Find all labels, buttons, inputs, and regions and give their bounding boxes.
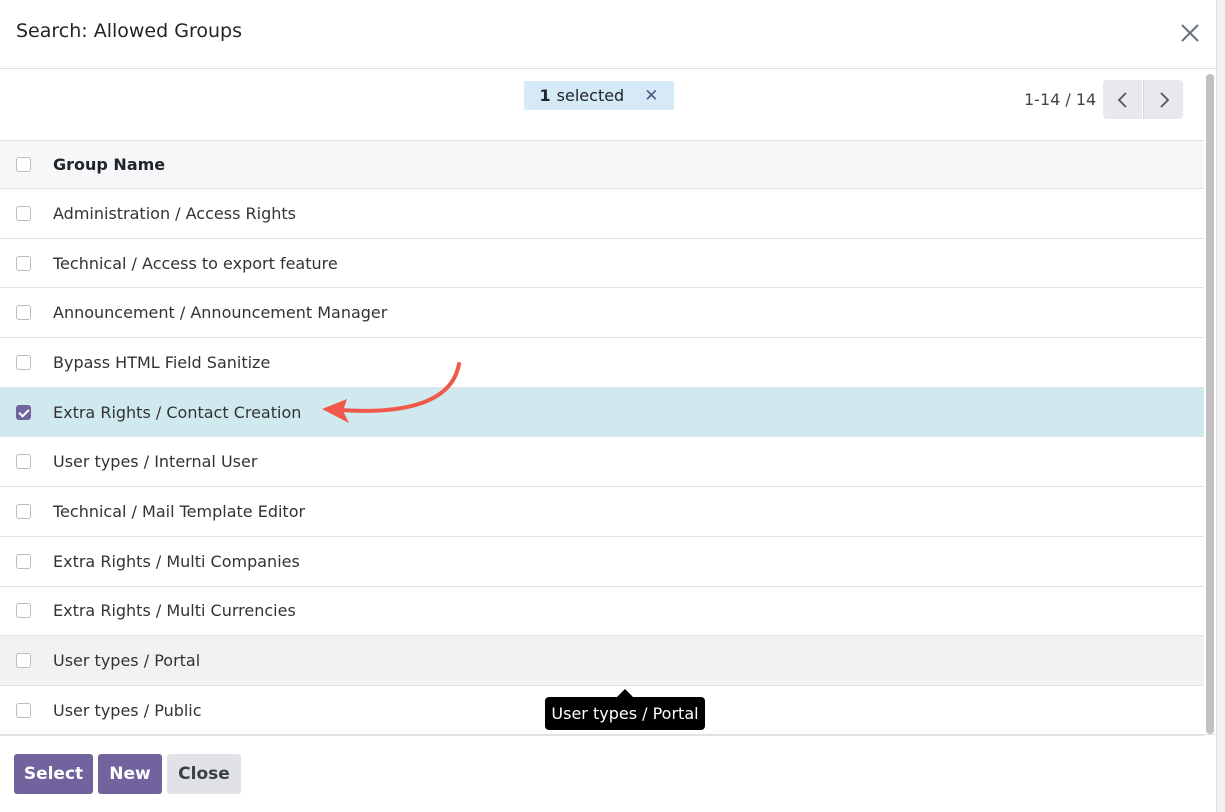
row-checkbox[interactable] <box>16 354 31 370</box>
table-row[interactable]: Announcement / Announcement Manager <box>0 288 1204 339</box>
pager-next-button[interactable] <box>1143 80 1183 119</box>
annotation-arrow-icon <box>322 362 461 423</box>
group-name-cell: User types / Public <box>53 700 202 720</box>
group-name-cell: Technical / Mail Template Editor <box>53 501 306 521</box>
table-row[interactable]: Administration / Access Rights <box>0 189 1204 239</box>
row-tooltip: User types / Portal <box>545 689 705 730</box>
row-checkbox[interactable] <box>16 205 31 221</box>
dialog-header: Search: Allowed Groups <box>0 0 1216 69</box>
table-header-row: Group Name <box>0 140 1204 189</box>
group-name-cell: Bypass HTML Field Sanitize <box>53 352 271 372</box>
row-checkbox[interactable] <box>16 702 31 718</box>
group-name-cell: Technical / Access to export feature <box>53 253 338 273</box>
list-toolbar: 1 selected ✕ 1-14 / 14 <box>0 69 1204 140</box>
dialog-title: Search: Allowed Groups <box>16 20 242 42</box>
close-icon[interactable] <box>1176 19 1204 47</box>
table-row-hovered[interactable]: User types / Portal <box>0 636 1204 686</box>
table-scrollbar-thumb[interactable] <box>1206 74 1214 734</box>
select-button[interactable]: Select <box>14 754 93 794</box>
new-button[interactable]: New <box>98 754 162 794</box>
group-name-cell: Administration / Access Rights <box>53 203 296 223</box>
row-checkbox[interactable] <box>16 255 31 271</box>
group-name-cell: Extra Rights / Multi Currencies <box>53 601 296 621</box>
row-checkbox[interactable] <box>16 305 31 321</box>
row-checkbox[interactable] <box>16 603 31 619</box>
selected-label: selected <box>556 86 625 105</box>
page-scrollbar[interactable] <box>1216 0 1225 812</box>
table-row[interactable]: Extra Rights / Multi Companies <box>0 537 1204 587</box>
pager-previous-button[interactable] <box>1103 80 1142 119</box>
group-name-cell: Announcement / Announcement Manager <box>53 303 388 323</box>
select-all-checkbox[interactable] <box>16 157 31 172</box>
group-name-cell: Extra Rights / Contact Creation <box>53 402 302 422</box>
chevron-left-icon <box>1117 91 1127 108</box>
column-header-group-name[interactable]: Group Name <box>53 155 165 174</box>
table-row[interactable]: Technical / Access to export feature <box>0 239 1204 289</box>
close-button[interactable]: Close <box>167 754 241 794</box>
row-checkbox[interactable] <box>16 553 31 569</box>
selected-count: 1 <box>539 86 551 105</box>
groups-table: Group Name Administration / Access Right… <box>0 140 1204 736</box>
table-row-selected[interactable]: Extra Rights / Contact Creation <box>0 387 1204 438</box>
group-name-cell: Extra Rights / Multi Companies <box>53 551 300 571</box>
group-name-cell: User types / Portal <box>53 651 201 671</box>
table-row[interactable]: Technical / Mail Template Editor <box>0 487 1204 537</box>
selection-badge: 1 selected ✕ <box>524 81 674 110</box>
row-checkbox[interactable] <box>16 503 31 519</box>
table-row[interactable]: Bypass HTML Field Sanitize <box>0 338 1204 388</box>
clear-selection-icon[interactable]: ✕ <box>644 86 658 106</box>
group-name-cell: User types / Internal User <box>53 452 258 472</box>
row-checkbox[interactable] <box>16 653 31 669</box>
row-checkbox-checked[interactable] <box>16 404 31 420</box>
chevron-right-icon <box>1159 91 1169 108</box>
pager-value[interactable]: 1-14 / 14 <box>1024 90 1096 109</box>
dialog-footer: Select New Close <box>0 734 1216 812</box>
table-row[interactable]: User types / Internal User <box>0 437 1204 488</box>
table-row[interactable]: Extra Rights / Multi Currencies <box>0 587 1204 637</box>
row-checkbox[interactable] <box>16 454 31 470</box>
